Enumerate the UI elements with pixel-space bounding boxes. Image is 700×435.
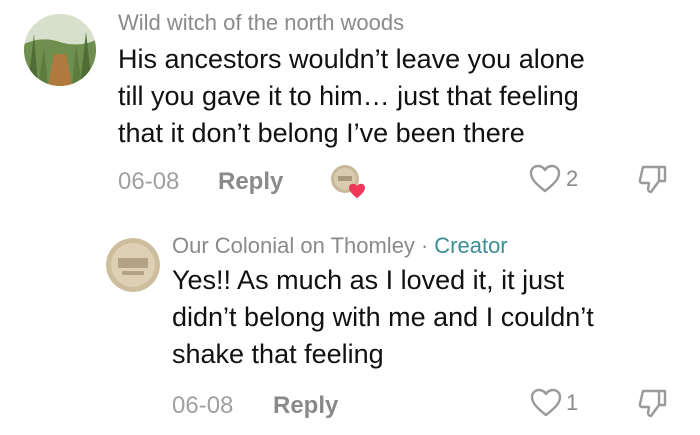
like-count: 1 (566, 390, 579, 415)
author-separator: · (420, 233, 429, 258)
comment-date: 06-08 (172, 392, 234, 419)
comment-text-line: till you gave it to him… just that feeli… (118, 81, 579, 111)
comment-text-line: Yes!! As much as I loved it, it just (172, 265, 565, 295)
dislike-button[interactable] (637, 387, 669, 424)
avatar[interactable] (106, 238, 160, 292)
thumbs-down-icon (638, 165, 667, 194)
comment-text: His ancestors wouldn’t leave you alone t… (118, 41, 688, 152)
comment-text-line: His ancestors wouldn’t leave you alone (118, 44, 585, 74)
like-button[interactable] (529, 164, 561, 199)
comment: Wild witch of the north woods His ancest… (0, 0, 700, 215)
avatar-image (24, 14, 96, 86)
reply-button[interactable]: Reply (273, 392, 338, 420)
comment-author[interactable]: Wild witch of the north woods (118, 10, 404, 36)
like-count: 2 (566, 166, 579, 191)
dislike-button[interactable] (637, 163, 669, 200)
comment-text-line: that it don’t belong I’ve been there (118, 118, 525, 148)
like-button[interactable] (530, 388, 562, 423)
comment-text-line: shake that feeling (172, 339, 384, 369)
comment-author-line: Our Colonial on Thomley · Creator (172, 233, 508, 259)
comment-author[interactable]: Our Colonial on Thomley (172, 233, 415, 258)
comment-text-line: didn’t belong with me and I couldn’t (172, 302, 594, 332)
creator-liked-badge (330, 164, 365, 199)
heart-outline-icon (529, 164, 561, 193)
avatar-image (106, 238, 160, 292)
comment-date: 06-08 (118, 168, 180, 195)
creator-badge: Creator (434, 233, 508, 258)
filled-heart-icon (349, 183, 365, 199)
thumbs-down-icon (638, 389, 667, 418)
heart-outline-icon (530, 388, 562, 417)
comment-text: Yes!! As much as I loved it, it just did… (172, 262, 692, 373)
reply-button[interactable]: Reply (218, 168, 283, 196)
avatar[interactable] (24, 14, 96, 86)
